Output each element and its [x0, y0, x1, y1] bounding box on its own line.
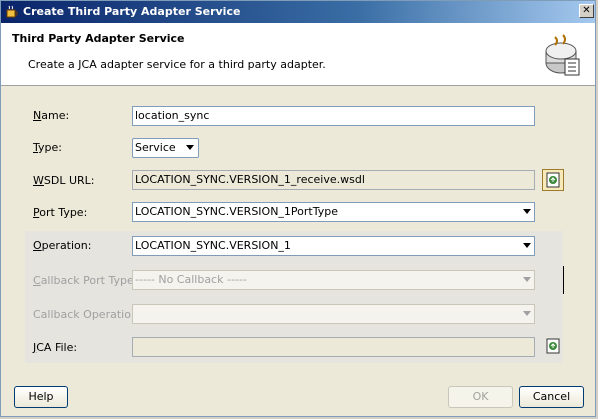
- callback-port-type-label: Callback Port Type:: [33, 274, 138, 287]
- operation-dropdown[interactable]: LOCATION_SYNC.VERSION_1: [132, 236, 535, 256]
- panel-divider: [563, 266, 564, 294]
- operation-value: LOCATION_SYNC.VERSION_1: [135, 239, 291, 252]
- chevron-down-icon: [523, 243, 531, 248]
- wizard-header: Third Party Adapter Service Create a JCA…: [1, 23, 595, 86]
- header-subtitle: Create a JCA adapter service for a third…: [28, 58, 326, 71]
- ok-button[interactable]: OK: [448, 386, 513, 408]
- callback-port-type-dropdown[interactable]: ----- No Callback -----: [132, 270, 535, 290]
- create-adapter-dialog: Create Third Party Adapter Service ✕ Thi…: [0, 0, 596, 417]
- title-bar[interactable]: Create Third Party Adapter Service ✕: [1, 1, 595, 23]
- name-input[interactable]: location_sync: [132, 106, 535, 126]
- oracle-cup-icon: [6, 5, 18, 18]
- wsdl-url-label: WSDL URL:: [33, 174, 95, 187]
- wsdl-url-field[interactable]: LOCATION_SYNC.VERSION_1_receive.wsdl: [132, 170, 535, 190]
- form-body: Name: location_sync Type: Service WSDL U…: [1, 86, 595, 416]
- window-title: Create Third Party Adapter Service: [23, 5, 241, 18]
- chevron-down-icon: [523, 277, 531, 282]
- type-value: Service: [135, 141, 176, 154]
- jca-file-label: JCA File:: [33, 341, 78, 354]
- port-type-label: Port Type:: [33, 206, 88, 219]
- cancel-button[interactable]: Cancel: [519, 386, 584, 408]
- close-icon: ✕: [582, 5, 591, 16]
- browse-wsdl-icon: [546, 172, 560, 188]
- port-type-dropdown[interactable]: LOCATION_SYNC.VERSION_1PortType: [132, 202, 535, 222]
- type-select[interactable]: Service: [132, 138, 199, 158]
- chevron-down-icon: [523, 209, 531, 214]
- adapter-service-icon: [545, 34, 580, 76]
- help-button[interactable]: Help: [14, 386, 68, 408]
- port-type-value: LOCATION_SYNC.VERSION_1PortType: [135, 205, 339, 218]
- jca-file-field[interactable]: [132, 337, 535, 357]
- browse-jca-button[interactable]: [543, 336, 565, 358]
- close-button[interactable]: ✕: [579, 4, 594, 18]
- chevron-down-icon: [186, 145, 194, 150]
- callback-operation-dropdown[interactable]: [132, 304, 535, 324]
- callback-operation-label: Callback Operation:: [33, 308, 142, 321]
- browse-wsdl-button[interactable]: [542, 169, 564, 191]
- chevron-down-icon: [523, 311, 531, 316]
- operation-label: Operation:: [33, 239, 92, 252]
- browse-jca-icon: [546, 338, 560, 354]
- callback-port-type-value: ----- No Callback -----: [135, 273, 247, 286]
- header-title: Third Party Adapter Service: [12, 32, 185, 45]
- name-label: Name:: [33, 109, 70, 122]
- type-label: Type:: [33, 141, 62, 154]
